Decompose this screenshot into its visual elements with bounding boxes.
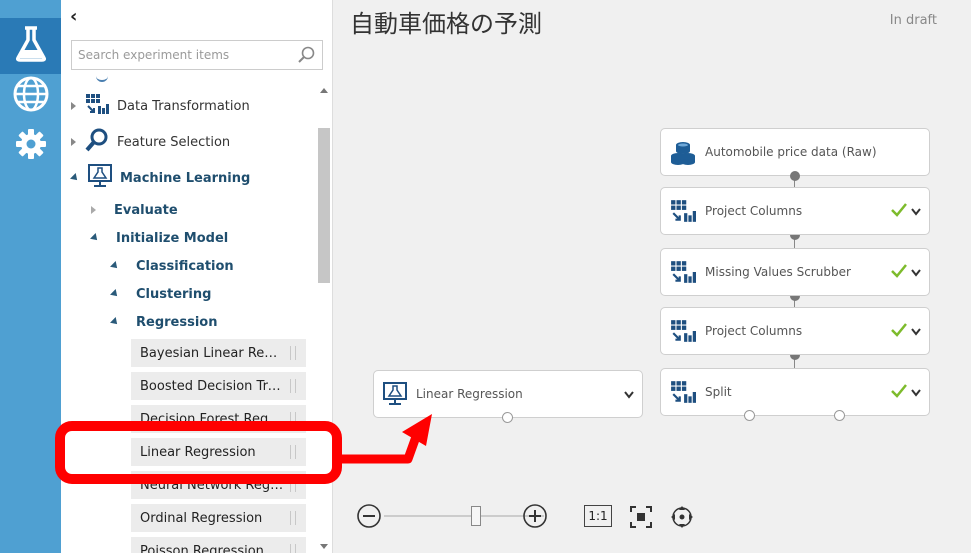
highlight-box <box>55 421 342 484</box>
arrow-shaft <box>337 432 422 464</box>
highlight-annotation <box>55 414 432 484</box>
